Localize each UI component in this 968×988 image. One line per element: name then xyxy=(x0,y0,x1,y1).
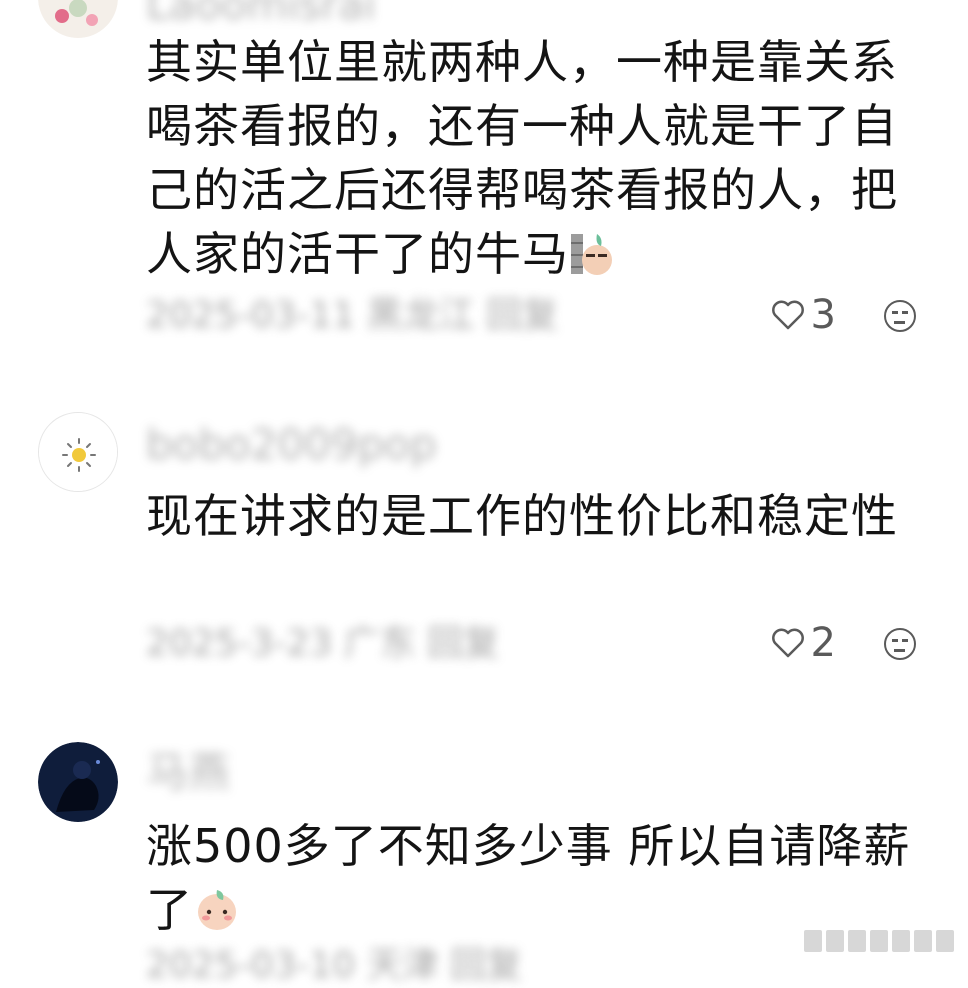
comment-text: 其实单位里就两种人，一种是靠关系喝茶看报的，还有一种人就是干了自己的活之后还得帮… xyxy=(146,30,916,292)
neutral-face-icon[interactable] xyxy=(884,300,916,332)
comment-text-content: 现在讲求的是工作的性价比和稳定性 xyxy=(146,489,898,543)
heart-outline-icon xyxy=(771,300,804,330)
heart-outline-icon xyxy=(771,628,804,658)
comment-text-content: 涨500多了不知多少事 所以自请降薪了 xyxy=(146,819,911,937)
like-count: 2 xyxy=(810,620,836,666)
avatar[interactable] xyxy=(38,742,118,822)
like-button[interactable]: 3 xyxy=(771,292,836,338)
like-button[interactable]: 2 xyxy=(771,620,836,666)
comment-text: 现在讲求的是工作的性价比和稳定性 xyxy=(146,484,916,548)
neutral-face-icon[interactable] xyxy=(884,628,916,660)
peach-blush-sticker xyxy=(193,884,241,948)
avatar[interactable] xyxy=(38,0,118,38)
username[interactable]: bobo2009pop xyxy=(146,420,437,470)
comment-text: 涨500多了不知多少事 所以自请降薪了 xyxy=(146,814,916,948)
comment-meta: 2025-3-23 广东 回复 xyxy=(146,623,500,664)
username[interactable]: Laoomisrai xyxy=(146,0,376,30)
username[interactable]: 马燕 xyxy=(146,748,230,798)
comment-meta: 2025-03-11 黑龙江 回复 xyxy=(146,295,559,336)
avatar[interactable] xyxy=(38,412,118,492)
watermark xyxy=(804,930,954,952)
wall-peek-sticker xyxy=(569,228,615,292)
like-count: 3 xyxy=(810,292,836,338)
comment-text-content: 其实单位里就两种人，一种是靠关系喝茶看报的，还有一种人就是干了自己的活之后还得帮… xyxy=(146,35,898,281)
comment-meta: 2025-03-10 天津 回复 xyxy=(146,945,523,986)
